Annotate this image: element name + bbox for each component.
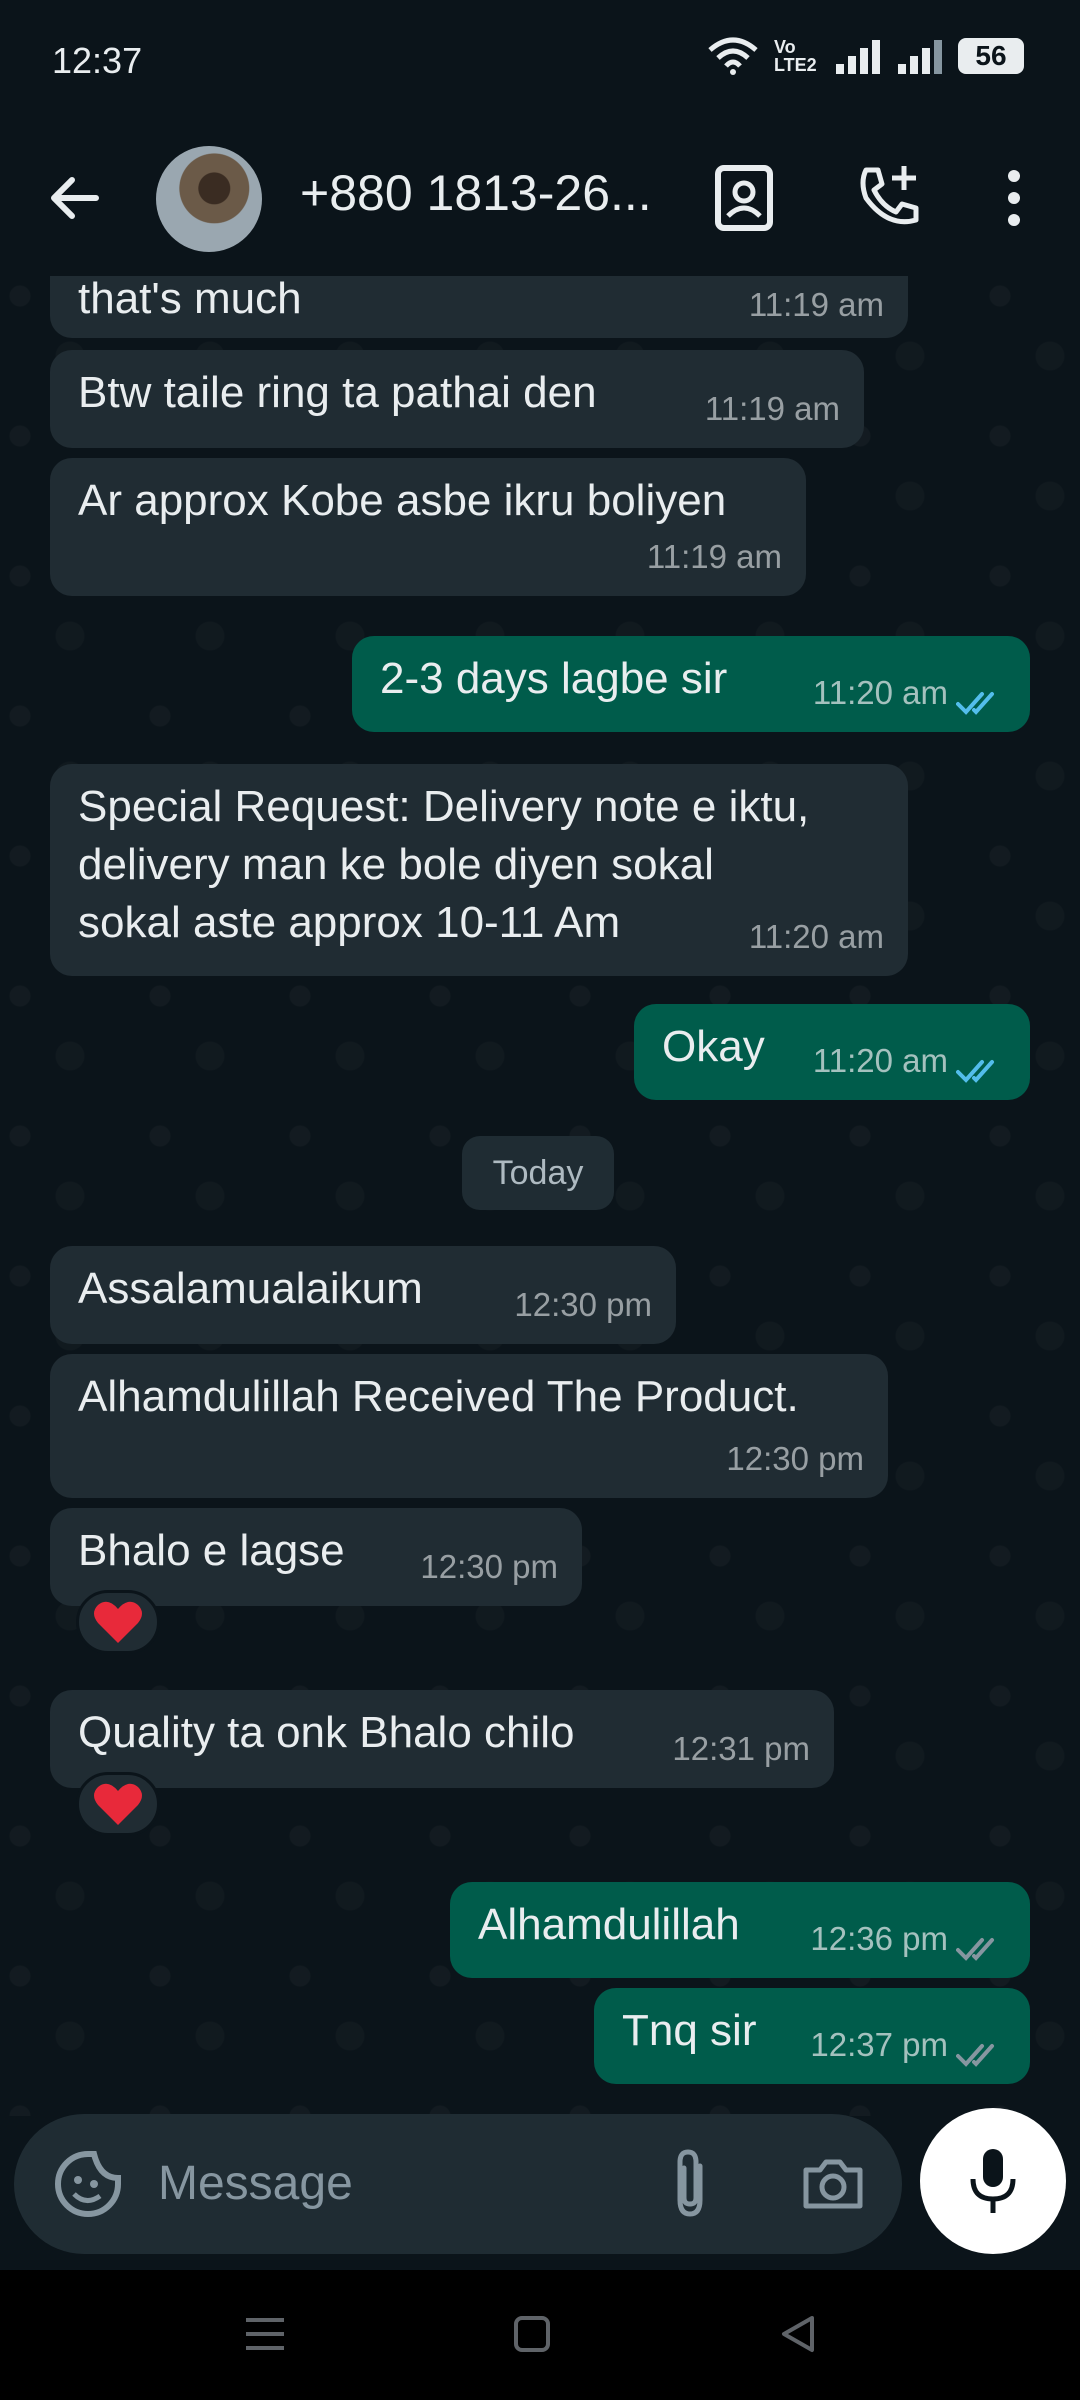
- message-text: Alhamdulillah Received The Product.: [78, 1372, 799, 1421]
- wifi-icon: [708, 37, 758, 75]
- message-text: Bhalo e lagse: [78, 1526, 345, 1575]
- message-list[interactable]: that's much 11:19 am Btw taile ring ta p…: [0, 276, 1080, 2116]
- message-time: 12:30 pm: [514, 1286, 652, 1323]
- message-text: Quality ta onk Bhalo chilo: [78, 1708, 575, 1757]
- message-time: 11:19 am: [748, 286, 884, 323]
- message-time: 11:20 am: [812, 674, 948, 711]
- message-time: 11:19 am: [646, 538, 782, 575]
- message-outgoing[interactable]: Tnq sir 12:37 pm: [594, 1988, 1030, 2084]
- message-time: 12:31 pm: [672, 1730, 810, 1767]
- status-icons: Vo LTE2 56: [706, 36, 1024, 76]
- message-composer: Message: [14, 2114, 902, 2254]
- system-navigation-bar: [0, 2270, 1080, 2400]
- home-icon[interactable]: [512, 2314, 552, 2354]
- read-receipt-icon: [956, 1060, 994, 1083]
- add-call-icon[interactable]: [848, 158, 928, 238]
- message-time: 12:36 pm: [810, 1920, 948, 1957]
- read-receipt-icon: [956, 692, 994, 715]
- message-incoming[interactable]: Btw taile ring ta pathai den 11:19 am: [50, 350, 864, 448]
- message-text: Tnq sir: [622, 2006, 757, 2055]
- message-incoming[interactable]: Quality ta onk Bhalo chilo 12:31 pm: [50, 1690, 834, 1788]
- message-incoming[interactable]: that's much 11:19 am: [50, 276, 908, 338]
- more-options-icon[interactable]: [976, 158, 1052, 238]
- sticker-icon[interactable]: [52, 2148, 124, 2220]
- message-text: Alhamdulillah: [478, 1900, 740, 1949]
- heart-icon: [94, 1601, 142, 1643]
- back-arrow-icon[interactable]: [40, 162, 112, 234]
- message-input[interactable]: Message: [158, 2156, 353, 2211]
- voice-message-button[interactable]: [920, 2108, 1066, 2254]
- message-text: 2-3 days lagbe sir: [380, 654, 728, 703]
- attach-icon[interactable]: [660, 2146, 720, 2222]
- reaction-badge[interactable]: [76, 1772, 160, 1836]
- date-divider: Today: [462, 1136, 614, 1210]
- signal-icon-2: [898, 40, 942, 74]
- delivered-receipt-icon: [956, 2044, 994, 2067]
- message-time: 11:20 am: [748, 918, 884, 955]
- menu-icon[interactable]: [240, 2314, 290, 2354]
- message-text: Assalamualaikum: [78, 1264, 423, 1313]
- message-text: Okay: [662, 1022, 765, 1071]
- message-outgoing[interactable]: 2-3 days lagbe sir 11:20 am: [352, 636, 1030, 732]
- message-outgoing[interactable]: Alhamdulillah 12:36 pm: [450, 1882, 1030, 1978]
- message-outgoing[interactable]: Okay 11:20 am: [634, 1004, 1030, 1100]
- heart-icon: [94, 1783, 142, 1825]
- message-time: 12:30 pm: [420, 1548, 558, 1585]
- contact-name[interactable]: +880 1813-26...: [300, 164, 660, 222]
- contact-card-icon[interactable]: [704, 158, 784, 238]
- message-time: 11:20 am: [812, 1042, 948, 1079]
- camera-icon[interactable]: [800, 2150, 866, 2216]
- message-time: 12:37 pm: [810, 2026, 948, 2063]
- message-time: 12:30 pm: [726, 1440, 864, 1477]
- back-icon[interactable]: [776, 2312, 820, 2356]
- microphone-icon: [970, 2149, 1016, 2213]
- message-incoming[interactable]: Special Request: Delivery note e iktu, d…: [50, 764, 908, 976]
- message-time: 11:19 am: [704, 390, 840, 427]
- signal-icon: [836, 40, 880, 74]
- reaction-badge[interactable]: [76, 1590, 160, 1654]
- contact-avatar[interactable]: [156, 146, 262, 252]
- message-incoming[interactable]: Alhamdulillah Received The Product. 12:3…: [50, 1354, 888, 1498]
- chat-header: +880 1813-26...: [0, 120, 1080, 276]
- message-text: that's much: [78, 276, 302, 323]
- message-text: Ar approx Kobe asbe ikru boliyen: [78, 476, 727, 525]
- message-text-line: delivery man ke bole diyen sokal: [78, 840, 714, 889]
- battery-indicator: 56: [958, 38, 1024, 74]
- delivered-receipt-icon: [956, 1938, 994, 1961]
- message-incoming[interactable]: Assalamualaikum 12:30 pm: [50, 1246, 676, 1344]
- status-time: 12:37: [52, 40, 143, 81]
- message-text-line: Special Request: Delivery note e iktu,: [78, 782, 810, 831]
- status-bar: 12:37 Vo LTE2 56: [0, 0, 1080, 120]
- message-text: Btw taile ring ta pathai den: [78, 368, 597, 417]
- network-type: Vo LTE2: [774, 37, 817, 75]
- message-incoming[interactable]: Ar approx Kobe asbe ikru boliyen 11:19 a…: [50, 458, 806, 596]
